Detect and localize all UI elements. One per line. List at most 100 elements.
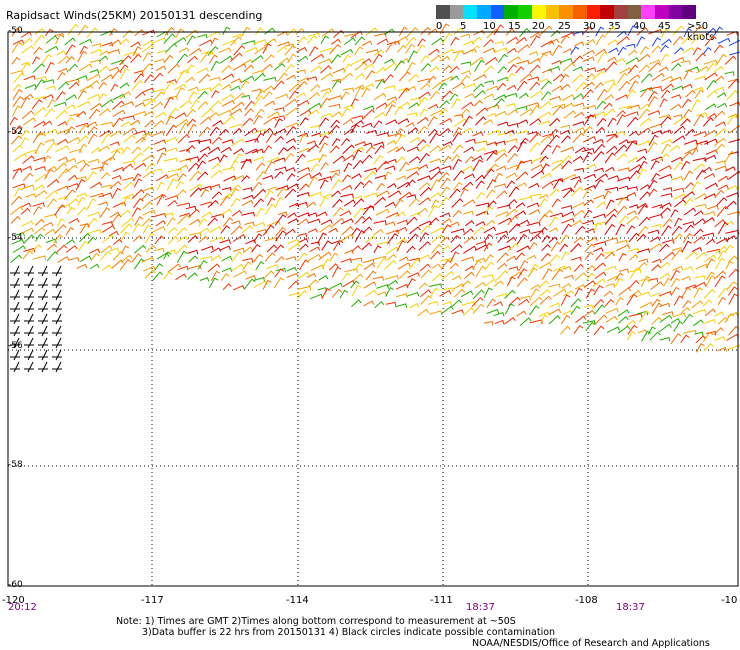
wind-barb (504, 92, 518, 98)
wind-barb (703, 173, 716, 180)
wind-barb (530, 284, 541, 290)
wind-barb (44, 228, 56, 236)
wind-barb (331, 111, 342, 118)
wind-barb (98, 81, 107, 90)
wind-barb (494, 319, 505, 325)
wind-barb (277, 45, 288, 53)
wind-barb (541, 268, 553, 281)
wind-barb (562, 266, 572, 271)
wind-barb (406, 245, 416, 254)
wind-barb (551, 44, 563, 56)
wind-barb (637, 140, 651, 146)
wind-barb (196, 160, 206, 170)
wind-barb (218, 47, 232, 54)
wind-barb (648, 179, 658, 190)
wind-barb (516, 80, 528, 91)
wind-barb (439, 212, 451, 218)
contaminated-barb (10, 301, 20, 313)
wind-barb (351, 173, 362, 180)
wind-barb (152, 37, 167, 44)
wind-barb (497, 131, 511, 137)
wind-barb (296, 191, 310, 197)
wind-barb (132, 46, 142, 57)
wind-barb (617, 309, 630, 317)
wind-barb (341, 184, 353, 191)
wind-barb (548, 315, 561, 325)
wind-barb (142, 170, 155, 179)
wind-barb (152, 131, 165, 136)
wind-barb (717, 184, 729, 191)
wind-barb (56, 71, 66, 81)
wind-barb (141, 192, 151, 201)
wind-barb (419, 289, 432, 298)
wind-barb (285, 122, 299, 128)
wind-barb (154, 247, 165, 253)
wind-barb (122, 176, 135, 182)
wind-barb (662, 311, 674, 316)
wind-barb (507, 63, 518, 73)
wind-barb (548, 134, 560, 145)
wind-barb (441, 270, 455, 280)
wind-barb (331, 79, 341, 89)
wind-barb (527, 76, 540, 82)
wind-barb (660, 53, 670, 62)
wind-barb (220, 55, 233, 64)
wind-barb (133, 244, 147, 254)
wind-barb (530, 35, 541, 47)
wind-barb (660, 89, 671, 99)
wind-barb (517, 130, 529, 135)
wind-barb (408, 156, 421, 164)
wind-barb (573, 236, 584, 244)
wind-barb (24, 83, 37, 89)
wind-barb (585, 288, 596, 299)
wind-barb (497, 53, 508, 63)
wind-barb (255, 207, 265, 217)
wind-barb (694, 275, 706, 280)
wind-barb (693, 114, 705, 127)
wind-barb (430, 287, 440, 297)
wind-barb (682, 83, 693, 89)
wind-barb (714, 311, 725, 317)
wind-barb (449, 251, 460, 263)
contaminated-barb (52, 325, 62, 337)
wind-barb (100, 121, 114, 127)
wind-barb (725, 260, 734, 270)
wind-barb (540, 80, 552, 91)
wind-barb (199, 146, 211, 153)
wind-barb (593, 298, 605, 308)
wind-barb (683, 329, 697, 335)
wind-barb (365, 70, 376, 80)
wind-barb (626, 225, 636, 235)
wind-barb (86, 27, 99, 39)
wind-barb (442, 64, 453, 72)
wind-barb (475, 221, 486, 227)
wind-barb (438, 144, 452, 152)
wind-barb (639, 117, 652, 127)
wind-barb (685, 128, 696, 137)
wind-barb (245, 46, 258, 53)
wind-barb (133, 73, 145, 83)
wind-barb (473, 74, 487, 82)
wind-barb (295, 69, 306, 74)
wind-barb (134, 91, 146, 99)
wind-barb (399, 256, 409, 262)
wind-barb (152, 72, 164, 82)
wind-barb (548, 283, 561, 289)
wind-barb (223, 175, 237, 182)
wind-barb (344, 199, 356, 207)
wind-barb (662, 277, 672, 287)
wind-barb (540, 91, 552, 101)
wind-barb (570, 46, 580, 55)
wind-barb (397, 181, 411, 190)
wind-barb (685, 66, 700, 73)
wind-barb (363, 105, 375, 111)
wind-barb (506, 198, 518, 207)
wind-barb (123, 181, 135, 190)
wind-barb (99, 251, 112, 261)
wind-barb (541, 181, 554, 189)
wind-barb (386, 232, 399, 245)
wind-barb (585, 321, 596, 332)
wind-barb (119, 82, 130, 89)
wind-barb (273, 80, 285, 91)
wind-barb (342, 54, 352, 63)
